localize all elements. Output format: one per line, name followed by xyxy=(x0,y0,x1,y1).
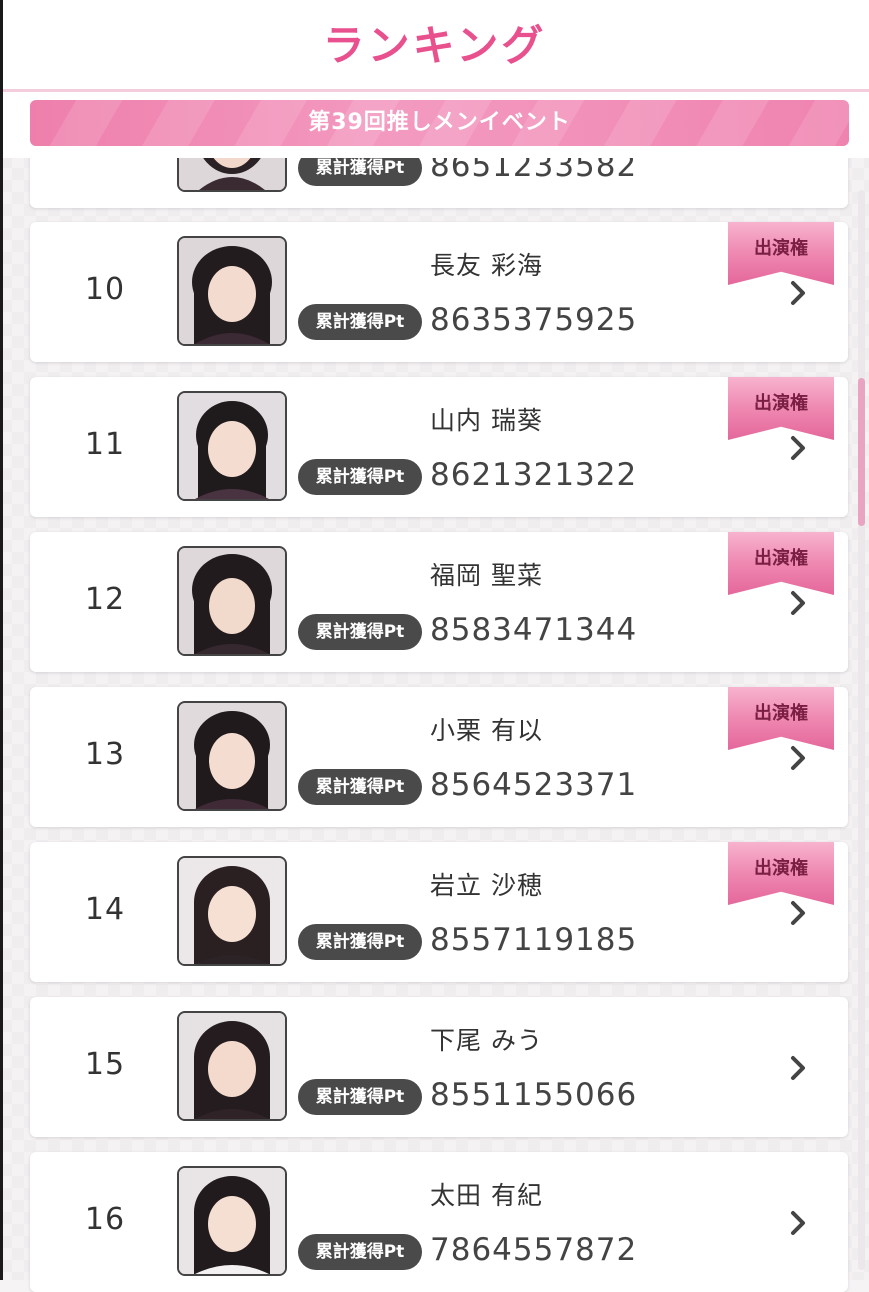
chevron-right-icon[interactable] xyxy=(788,745,808,771)
points-value: 8621321322 xyxy=(430,457,638,493)
page-title: ランキング xyxy=(322,21,547,70)
chevron-right-icon[interactable] xyxy=(788,435,808,461)
window-edge xyxy=(0,0,3,1280)
member-name: 岩立 沙穂 xyxy=(430,871,543,900)
member-name: 太田 有紀 xyxy=(430,1181,543,1210)
points-badge: 累計獲得Pt xyxy=(298,769,422,805)
member-name: 下尾 みう xyxy=(430,1026,543,1055)
chevron-right-icon[interactable] xyxy=(788,1210,808,1236)
rank-number: 12 xyxy=(84,582,126,617)
rank-number: 13 xyxy=(84,737,126,772)
chevron-right-icon[interactable] xyxy=(788,280,808,306)
rank-number: 15 xyxy=(84,1047,126,1082)
member-photo xyxy=(177,1011,287,1121)
ranking-card[interactable]: 13 累計獲得Pt 小栗 有以 8564523371 出演権 xyxy=(30,687,848,827)
member-photo xyxy=(177,391,287,501)
rank-number: 10 xyxy=(84,272,126,307)
ranking-card[interactable]: 12 累計獲得Pt 福岡 聖菜 8583471344 出演権 xyxy=(30,532,848,672)
member-photo xyxy=(177,701,287,811)
ranking-card[interactable]: 11 累計獲得Pt 山内 瑞葵 8621321322 出演権 xyxy=(30,377,848,517)
ranking-list[interactable]: 累計獲得Pt 8651233582 10 累計獲得Pt 長友 彩海 863537… xyxy=(0,0,869,1292)
chevron-right-icon[interactable] xyxy=(788,590,808,616)
points-value: 8635375925 xyxy=(430,302,638,338)
scrollbar-thumb[interactable] xyxy=(858,378,865,526)
points-badge: 累計獲得Pt xyxy=(298,304,422,340)
event-title: 第39回推しメンイベント xyxy=(308,110,571,135)
points-value: 8557119185 xyxy=(430,922,638,958)
points-value: 8551155066 xyxy=(430,1077,638,1113)
points-badge: 累計獲得Pt xyxy=(298,1079,422,1115)
rank-number: 16 xyxy=(84,1202,126,1237)
chevron-right-icon[interactable] xyxy=(788,900,808,926)
rank-number: 11 xyxy=(84,427,126,462)
member-name: 福岡 聖菜 xyxy=(430,561,543,590)
member-name: 長友 彩海 xyxy=(430,251,543,280)
points-badge: 累計獲得Pt xyxy=(298,1234,422,1270)
rank-number: 14 xyxy=(84,892,126,927)
appearance-ribbon-label: 出演権 xyxy=(754,703,808,724)
member-photo xyxy=(177,1166,287,1276)
ranking-card[interactable]: 10 累計獲得Pt 長友 彩海 8635375925 出演権 xyxy=(30,222,848,362)
points-badge: 累計獲得Pt xyxy=(298,924,422,960)
points-badge: 累計獲得Pt xyxy=(298,614,422,650)
points-value: 8564523371 xyxy=(430,767,638,803)
scrollbar-track[interactable] xyxy=(858,190,865,1270)
points-badge: 累計獲得Pt xyxy=(298,459,422,495)
page-header: ランキング xyxy=(0,0,869,92)
points-value: 8583471344 xyxy=(430,612,638,648)
appearance-ribbon-label: 出演権 xyxy=(754,393,808,414)
member-name: 山内 瑞葵 xyxy=(430,406,543,435)
member-name: 小栗 有以 xyxy=(430,716,543,745)
appearance-ribbon-label: 出演権 xyxy=(754,548,808,569)
ranking-card[interactable]: 14 累計獲得Pt 岩立 沙穂 8557119185 出演権 xyxy=(30,842,848,982)
member-photo xyxy=(177,856,287,966)
member-photo xyxy=(177,236,287,346)
appearance-ribbon-label: 出演権 xyxy=(754,858,808,879)
ranking-card[interactable]: 15 累計獲得Pt 下尾 みう 8551155066 xyxy=(30,997,848,1137)
chevron-right-icon[interactable] xyxy=(788,1055,808,1081)
event-banner: 第39回推しメンイベント xyxy=(30,100,849,146)
appearance-ribbon-label: 出演権 xyxy=(754,238,808,259)
points-value: 7864557872 xyxy=(430,1232,638,1268)
ranking-card[interactable]: 16 累計獲得Pt 太田 有紀 7864557872 xyxy=(30,1152,848,1292)
member-photo xyxy=(177,546,287,656)
